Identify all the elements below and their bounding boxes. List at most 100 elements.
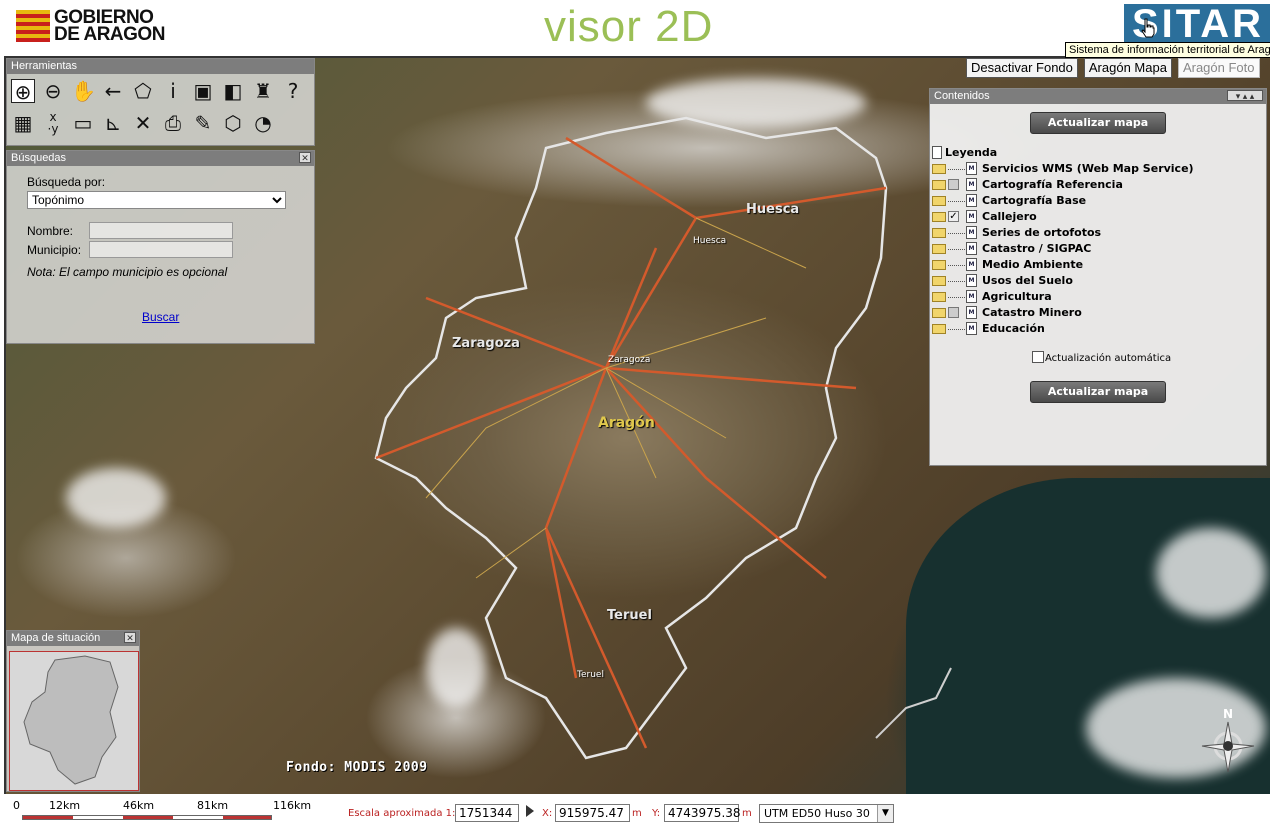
- folder-icon[interactable]: [932, 260, 946, 270]
- info-icon[interactable]: i: [161, 79, 185, 103]
- close-icon[interactable]: ✕: [299, 152, 311, 163]
- layer-label: Cartografía Base: [982, 194, 1087, 207]
- extent-icon[interactable]: ⬠: [131, 79, 155, 103]
- layer-label: Series de ortofotos: [982, 226, 1102, 239]
- escala-input[interactable]: 1751344: [455, 804, 519, 822]
- layer-label: Catastro Minero: [982, 306, 1082, 319]
- close-icon[interactable]: ✕: [124, 632, 136, 643]
- nombre-label: Nombre:: [27, 224, 74, 238]
- tree-connector: [948, 233, 965, 234]
- folder-icon[interactable]: [932, 196, 946, 206]
- label-teruel-province: Teruel: [607, 608, 652, 623]
- contenidos-panel: Contenidos ▾ ▴ ▴ Actualizar mapa Leyenda …: [929, 88, 1267, 466]
- tree-connector: [948, 201, 965, 202]
- overlay-icon[interactable]: ◧: [221, 79, 245, 103]
- clear-icon[interactable]: ✕: [131, 111, 155, 135]
- hand-cursor-icon: [1141, 18, 1155, 38]
- aragon-flag-icon: [16, 10, 50, 42]
- tree-connector: [948, 281, 965, 282]
- scale-tick: 81km: [197, 799, 229, 812]
- zoom-in-icon[interactable]: ⊕: [11, 79, 35, 104]
- actualizar-mapa-button-bottom[interactable]: Actualizar mapa: [1030, 381, 1166, 403]
- label-zaragoza-city: Zaragoza: [608, 355, 651, 365]
- play-arrow-icon[interactable]: [526, 805, 534, 817]
- map-source-label: Fondo: MODIS 2009: [286, 760, 428, 775]
- layer-checkbox[interactable]: [948, 179, 959, 190]
- binoculars-icon[interactable]: ♜: [251, 79, 275, 103]
- contenidos-title: Contenidos: [934, 90, 990, 102]
- layer-checkbox[interactable]: ✓: [948, 211, 959, 222]
- measure-area-icon[interactable]: ⊾: [101, 111, 125, 135]
- folder-icon[interactable]: [932, 324, 946, 334]
- busqueda-por-label: Búsqueda por:: [27, 175, 106, 189]
- search-type-select[interactable]: Topónimo: [27, 191, 286, 209]
- tree-connector: [948, 265, 965, 266]
- map-service-icon: M: [966, 274, 977, 287]
- select-polygon-icon[interactable]: ⬡: [221, 111, 245, 135]
- x-label: X:: [542, 808, 553, 819]
- busquedas-title: Búsquedas: [11, 152, 67, 164]
- folder-icon[interactable]: [932, 212, 946, 222]
- pan-hand-icon[interactable]: ✋: [71, 79, 96, 103]
- layer-label: Callejero: [982, 210, 1037, 223]
- draw-pencil-icon[interactable]: ✎: [191, 111, 215, 135]
- layer-checkbox[interactable]: [948, 307, 959, 318]
- folder-icon[interactable]: [932, 164, 946, 174]
- situacion-header: Mapa de situación ✕: [7, 631, 139, 646]
- folder-icon[interactable]: [932, 308, 946, 318]
- label-huesca-city: Huesca: [693, 236, 727, 246]
- measure-length-icon[interactable]: ▭: [71, 111, 95, 135]
- map-service-icon: M: [966, 226, 977, 239]
- help-icon[interactable]: ?: [281, 79, 305, 103]
- back-arrow-icon[interactable]: ←: [101, 79, 125, 103]
- map-service-icon: M: [966, 162, 977, 175]
- folder-icon[interactable]: [932, 244, 946, 254]
- leyenda-label: Leyenda: [945, 146, 998, 159]
- coordinates-xy-icon[interactable]: x ·y: [41, 111, 65, 135]
- overview-aragon-shape: [23, 655, 119, 785]
- save-icon[interactable]: ▣: [191, 79, 215, 103]
- herramientas-header: Herramientas: [7, 59, 314, 74]
- layer-label: Educación: [982, 322, 1045, 335]
- nombre-input[interactable]: [89, 222, 233, 239]
- legend-icon[interactable]: ▦: [11, 111, 35, 135]
- compass-icon[interactable]: ◔: [251, 111, 275, 135]
- base-layer-buttons: Desactivar Fondo Aragón Mapa Aragón Foto: [966, 58, 1260, 78]
- overview-map[interactable]: [9, 651, 139, 791]
- aragon-mapa-button[interactable]: Aragón Mapa: [1083, 58, 1172, 78]
- gobierno-aragon-logo[interactable]: GOBIERNO DE ARAGON: [16, 8, 176, 46]
- herramientas-title: Herramientas: [11, 60, 78, 72]
- map-service-icon: M: [966, 242, 977, 255]
- map-service-icon: M: [966, 258, 977, 271]
- auto-update-checkbox[interactable]: [1032, 351, 1044, 363]
- actualizar-mapa-button-top[interactable]: Actualizar mapa: [1030, 112, 1166, 134]
- municipio-note: Nota: El campo municipio es opcional: [27, 265, 228, 279]
- print-icon[interactable]: ⎙: [161, 111, 185, 135]
- crs-select[interactable]: UTM ED50 Huso 30 ▼: [759, 804, 894, 823]
- layer-label: Catastro / SIGPAC: [982, 242, 1092, 255]
- buscar-link[interactable]: Buscar: [142, 310, 179, 324]
- map-service-icon: M: [966, 178, 977, 191]
- desactivar-fondo-button[interactable]: Desactivar Fondo: [966, 58, 1078, 78]
- auto-update-label: Actualización automática: [1045, 353, 1172, 364]
- busquedas-header: Búsquedas ✕: [7, 151, 314, 166]
- header: GOBIERNO DE ARAGON visor 2D SITAR Sistem…: [0, 0, 1270, 58]
- aragon-foto-button[interactable]: Aragón Foto: [1177, 58, 1260, 78]
- zoom-out-icon[interactable]: ⊖: [41, 79, 65, 103]
- crs-value: UTM ED50 Huso 30: [764, 807, 870, 820]
- north-compass-icon: N: [1201, 707, 1255, 772]
- label-huesca-province: Huesca: [746, 202, 800, 217]
- map-service-icon: M: [966, 194, 977, 207]
- tree-connector: [948, 329, 965, 330]
- window-controls-icon[interactable]: ▾ ▴ ▴: [1227, 90, 1263, 101]
- layer-label: Servicios WMS (Web Map Service): [982, 162, 1194, 175]
- herramientas-panel: Herramientas ⊕ ⊖ ✋ ← ⬠ i ▣ ◧ ♜ ? ▦ x ·y ▭…: [6, 58, 315, 146]
- folder-icon[interactable]: [932, 292, 946, 302]
- scale-bar: [22, 815, 272, 820]
- folder-icon[interactable]: [932, 180, 946, 190]
- contenidos-header: Contenidos ▾ ▴ ▴: [930, 89, 1266, 104]
- scale-tick: 0: [13, 799, 20, 812]
- folder-icon[interactable]: [932, 228, 946, 238]
- folder-icon[interactable]: [932, 276, 946, 286]
- municipio-input[interactable]: [89, 241, 233, 258]
